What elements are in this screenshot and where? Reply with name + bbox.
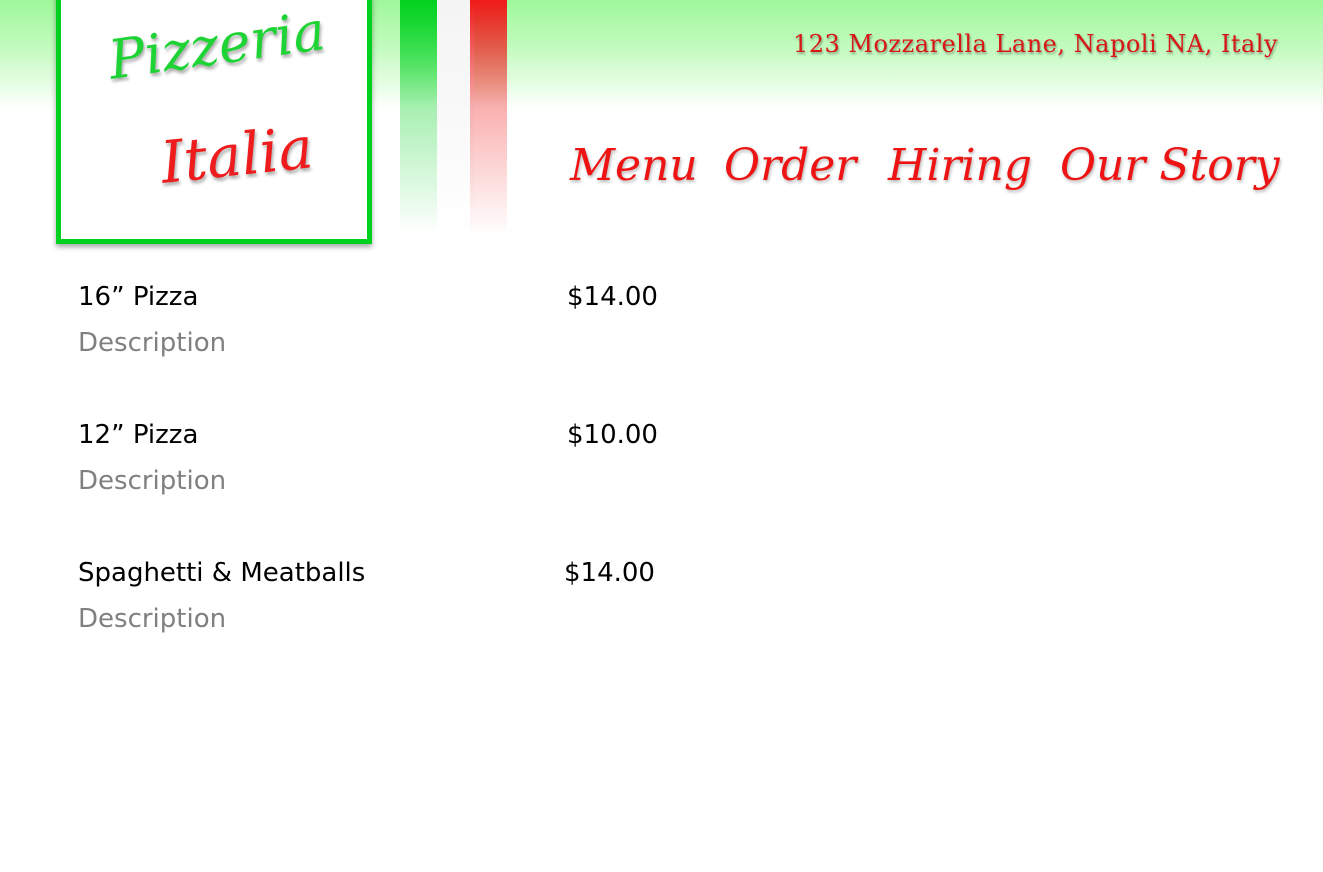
menu-item-name: 12” Pizza	[78, 420, 199, 450]
nav-link-menu[interactable]: Menu	[570, 140, 698, 191]
address-text: 123 Mozzarella Lane, Napoli NA, Italy	[792, 30, 1278, 58]
menu-item-description: Description	[78, 604, 227, 634]
logo-text-pizzeria: Pizzeria	[104, 0, 330, 92]
menu-item-description: Description	[78, 466, 227, 496]
flag-stripe-red	[470, 0, 507, 235]
menu-item-description: Description	[78, 328, 227, 358]
menu-item-price: $14.00	[567, 282, 658, 312]
menu-item-price: $14.00	[564, 558, 655, 588]
flag-stripe-white	[437, 0, 474, 235]
logo-text-italia: Italia	[157, 113, 317, 197]
nav-link-hiring[interactable]: Hiring	[888, 140, 1032, 191]
menu-item-name: 16” Pizza	[78, 282, 199, 312]
menu-list: 16” Pizza $14.00 Description 12” Pizza $…	[78, 282, 698, 696]
menu-item-price: $10.00	[567, 420, 658, 450]
menu-item: 16” Pizza $14.00 Description	[78, 282, 698, 420]
menu-item: 12” Pizza $10.00 Description	[78, 420, 698, 558]
nav-link-order[interactable]: Order	[724, 140, 856, 191]
logo[interactable]: Pizzeria Italia	[56, 0, 372, 244]
nav-link-our-story[interactable]: Our Story	[1060, 140, 1280, 191]
menu-item: Spaghetti & Meatballs $14.00 Description	[78, 558, 698, 696]
menu-item-name: Spaghetti & Meatballs	[78, 558, 366, 588]
flag-stripe-green	[400, 0, 437, 235]
